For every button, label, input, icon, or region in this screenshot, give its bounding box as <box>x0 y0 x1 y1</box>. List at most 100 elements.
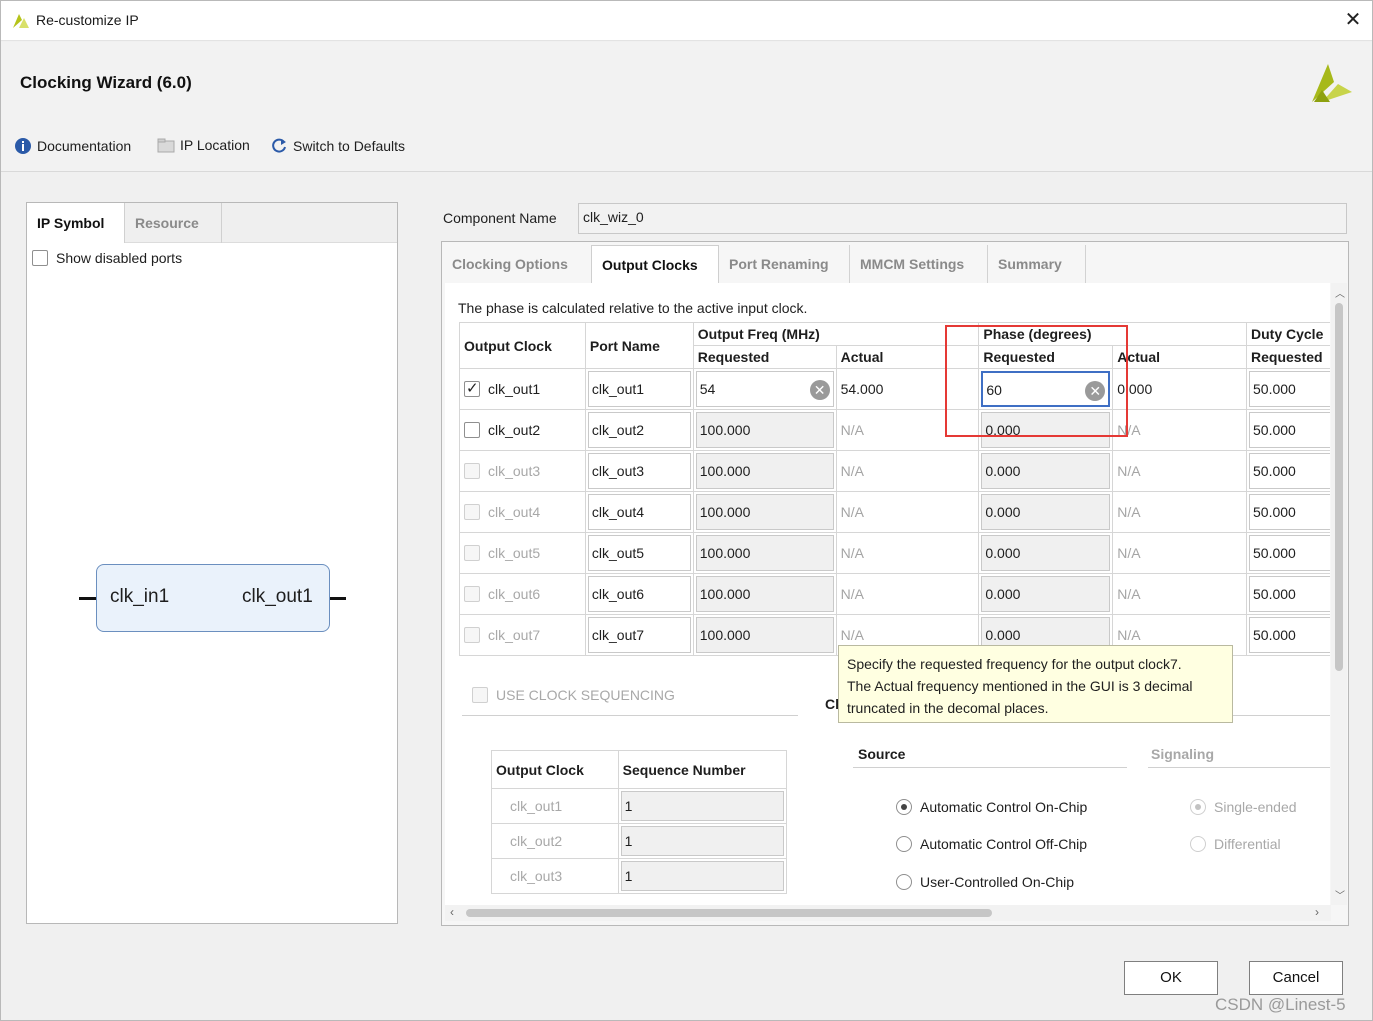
duty-requested-input[interactable]: 50.000 <box>1249 576 1330 612</box>
output-clocks-table: Output Clock Port Name Output Freq (MHz)… <box>459 322 1330 656</box>
scroll-left-icon[interactable]: ‹ <box>450 905 454 919</box>
output-clock-cell[interactable]: clk_out3 <box>459 450 586 492</box>
show-disabled-ports-option[interactable]: Show disabled ports <box>32 250 182 266</box>
sequence-number-input[interactable]: 1 <box>620 791 784 821</box>
clk-out1-port-label: clk_out1 <box>242 586 313 607</box>
duty-requested-input[interactable]: 50.000 <box>1249 412 1330 448</box>
port-name-input[interactable]: clk_out7 <box>587 617 691 653</box>
sequence-number-input[interactable]: 1 <box>620 861 784 891</box>
port-name-input[interactable]: clk_out1 <box>587 371 691 407</box>
horizontal-scrollbar[interactable]: ‹ › <box>445 905 1331 921</box>
freq-requested-input[interactable]: 100.000 <box>695 494 834 530</box>
source-radio-user-on-chip[interactable] <box>896 874 912 890</box>
output-clock-cell[interactable]: clk_out1 <box>459 368 586 410</box>
duty-requested-input[interactable]: 50.000 <box>1249 494 1330 530</box>
table-row: clk_out5 clk_out5 100.000 N/A 0.000 N/A 50.000 <box>459 532 1330 574</box>
output-clock-checkbox[interactable] <box>464 422 480 438</box>
output-clock-checkbox[interactable] <box>464 379 480 397</box>
output-clock-cell[interactable]: clk_out7 <box>459 614 586 656</box>
freq-requested-input[interactable]: 100.000 <box>695 453 834 489</box>
scroll-up-icon[interactable]: ︿ <box>1335 285 1345 300</box>
show-disabled-ports-checkbox[interactable] <box>32 250 48 266</box>
output-clock-cell[interactable]: clk_out5 <box>459 532 586 574</box>
ip-location-label: IP Location <box>180 137 250 153</box>
port-name-input[interactable]: clk_out6 <box>587 576 691 612</box>
source-option-auto-on-chip[interactable]: Automatic Control On-Chip <box>896 799 1087 815</box>
watermark: CSDN @Linest-5 <box>1215 995 1346 1014</box>
phase-requested-input[interactable]: 0.000 <box>981 535 1111 571</box>
output-clock-checkbox[interactable] <box>464 627 480 643</box>
freq-requested-input[interactable]: 54 ✕ <box>695 371 834 407</box>
tab-mmcm-settings[interactable]: MMCM Settings <box>850 245 988 283</box>
documentation-link[interactable]: Documentation <box>14 137 131 155</box>
output-clock-name: clk_out5 <box>488 545 541 561</box>
signaling-radio-differential[interactable] <box>1190 836 1206 852</box>
source-label-user-on-chip: User-Controlled On-Chip <box>920 874 1075 890</box>
freq-requested-input[interactable]: 100.000 <box>695 535 834 571</box>
phase-requested-value: 0.000 <box>985 545 1021 561</box>
tab-clocking-options[interactable]: Clocking Options <box>442 245 592 283</box>
freq-requested-value: 100.000 <box>699 422 751 438</box>
output-clock-name: clk_out3 <box>488 463 541 479</box>
ip-location-button[interactable]: IP Location <box>157 137 250 153</box>
documentation-label: Documentation <box>37 138 132 154</box>
horizontal-scroll-thumb[interactable] <box>466 909 992 917</box>
duty-requested-input[interactable]: 50.000 <box>1249 535 1330 571</box>
port-name-input[interactable]: clk_out2 <box>587 412 691 448</box>
use-clock-sequencing-option[interactable]: USE CLOCK SEQUENCING <box>472 687 675 703</box>
signaling-radio-single-ended[interactable] <box>1190 799 1206 815</box>
use-clock-sequencing-checkbox[interactable] <box>472 687 488 703</box>
close-button[interactable]: ✕ <box>1340 7 1366 33</box>
freq-requested-input[interactable]: 100.000 <box>695 412 834 448</box>
source-radio-auto-on-chip[interactable] <box>896 799 912 815</box>
vertical-scroll-thumb[interactable] <box>1335 303 1343 671</box>
signaling-option-single-ended[interactable]: Single-ended <box>1190 799 1297 815</box>
output-clock-checkbox[interactable] <box>464 463 480 479</box>
tab-summary[interactable]: Summary <box>988 245 1086 283</box>
scroll-right-icon[interactable]: › <box>1315 905 1319 919</box>
phase-requested-input[interactable]: 0.000 <box>981 576 1111 612</box>
port-name-input[interactable]: clk_out4 <box>587 494 691 530</box>
header-freq-requested: Requested <box>692 345 837 369</box>
tab-port-renaming[interactable]: Port Renaming <box>719 245 850 283</box>
source-radio-auto-off-chip[interactable] <box>896 836 912 852</box>
tab-ip-symbol[interactable]: IP Symbol <box>27 203 125 243</box>
output-clock-checkbox[interactable] <box>464 504 480 520</box>
xilinx-logo-icon <box>1312 64 1352 102</box>
output-clock-checkbox[interactable] <box>464 586 480 602</box>
scroll-down-icon[interactable]: ﹀ <box>1335 887 1345 902</box>
freq-requested-input[interactable]: 100.000 <box>695 576 834 612</box>
duty-requested-input[interactable]: 50.000 <box>1249 453 1330 489</box>
output-clock-checkbox[interactable] <box>464 545 480 561</box>
phase-requested-input[interactable]: 0.000 <box>981 453 1111 489</box>
output-clock-cell[interactable]: clk_out4 <box>459 491 586 533</box>
vertical-scrollbar[interactable]: ︿ ﹀ <box>1331 283 1347 905</box>
duty-requested-input[interactable]: 50.000 <box>1249 371 1330 407</box>
input-pin <box>79 597 96 600</box>
folder-icon <box>157 138 175 153</box>
port-name-input[interactable]: clk_out3 <box>587 453 691 489</box>
output-clock-name: clk_out6 <box>488 586 541 602</box>
clipped-section-label: Cl <box>825 696 839 712</box>
duty-requested-input[interactable]: 50.000 <box>1249 617 1330 653</box>
wizard-header: Clocking Wizard (6.0) Documentation IP L… <box>1 42 1372 172</box>
freq-actual-value: N/A <box>835 450 980 492</box>
tab-output-clocks[interactable]: Output Clocks <box>591 245 719 283</box>
cancel-button[interactable]: Cancel <box>1249 961 1343 995</box>
source-option-user-on-chip[interactable]: User-Controlled On-Chip <box>896 874 1074 890</box>
output-clock-cell[interactable]: clk_out2 <box>459 409 586 451</box>
ok-button[interactable]: OK <box>1124 961 1218 995</box>
source-option-auto-off-chip[interactable]: Automatic Control Off-Chip <box>896 836 1087 852</box>
clear-icon[interactable]: ✕ <box>809 380 830 400</box>
phase-requested-input[interactable]: 0.000 <box>981 494 1111 530</box>
sequence-row: clk_out3 1 <box>491 858 788 894</box>
output-clocks-content: The phase is calculated relative to the … <box>445 283 1330 905</box>
port-name-input[interactable]: clk_out5 <box>587 535 691 571</box>
switch-defaults-button[interactable]: Switch to Defaults <box>270 137 405 155</box>
sequence-number-input[interactable]: 1 <box>620 826 784 856</box>
tab-resource[interactable]: Resource <box>125 203 222 243</box>
freq-requested-input[interactable]: 100.000 <box>695 617 834 653</box>
output-clock-cell[interactable]: clk_out6 <box>459 573 586 615</box>
component-name-input[interactable]: clk_wiz_0 <box>578 203 1347 234</box>
signaling-option-differential[interactable]: Differential <box>1190 836 1281 852</box>
